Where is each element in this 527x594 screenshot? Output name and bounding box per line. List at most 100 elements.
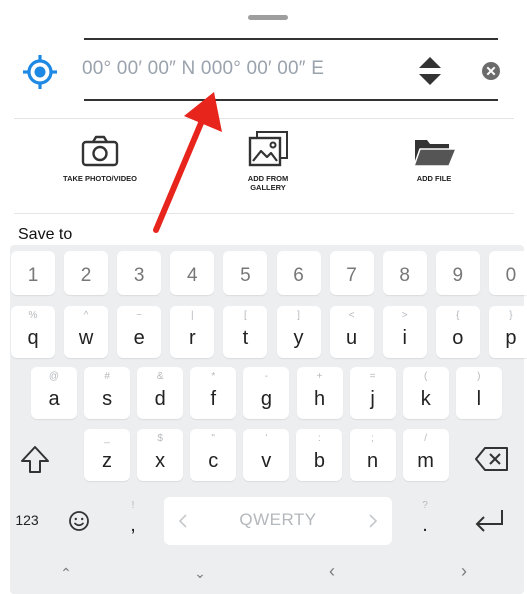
key-8[interactable]: 8 — [382, 251, 427, 295]
add-file-button[interactable]: ADD FILE — [374, 136, 494, 183]
key-label: s — [102, 388, 113, 410]
key-i[interactable]: > i — [382, 306, 427, 358]
sheet-drag-handle[interactable] — [248, 15, 288, 20]
key-r[interactable]: | r — [170, 306, 215, 358]
key-alt-label: ; — [371, 433, 374, 444]
crosshair-icon[interactable] — [22, 54, 58, 90]
nav-up-chevron[interactable]: ⌃ — [56, 565, 76, 582]
key-alt-label: } — [509, 310, 513, 321]
key-p[interactable]: } p — [488, 306, 527, 358]
up-down-arrows-icon[interactable] — [417, 55, 443, 87]
key-4[interactable]: 4 — [170, 251, 215, 295]
period-key[interactable]: ? . — [410, 500, 440, 544]
nav-right-chevron[interactable]: › — [454, 561, 474, 582]
folder-icon — [413, 140, 457, 167]
key-label: g — [260, 388, 272, 410]
key-7[interactable]: 7 — [329, 251, 374, 295]
key-alt-label: = — [369, 371, 376, 382]
camera-icon — [81, 135, 119, 167]
coordinate-input[interactable]: 00° 00′ 00″ N 000° 00′ 00″ E — [82, 58, 324, 80]
key-9[interactable]: 9 — [435, 251, 480, 295]
key-alt-label: [ — [244, 310, 247, 321]
key-label: 3 — [133, 265, 145, 286]
key-label: o — [452, 327, 464, 349]
key-label: c — [208, 450, 219, 472]
key-v[interactable]: ' v — [243, 429, 290, 481]
key-label: d — [154, 388, 166, 410]
key-label: 4 — [187, 265, 198, 286]
nav-left-chevron[interactable]: ‹ — [322, 561, 342, 582]
chevron-right-icon — [369, 514, 378, 528]
key-label: 7 — [346, 265, 357, 286]
key-label: 9 — [452, 265, 464, 286]
key-label: a — [48, 388, 60, 410]
key-x[interactable]: $ x — [137, 429, 184, 481]
key-l[interactable]: ) l — [455, 367, 502, 419]
key-d[interactable]: & d — [137, 367, 184, 419]
key-c[interactable]: " c — [190, 429, 237, 481]
key-a[interactable]: @ a — [31, 367, 77, 419]
key-alt-label: ( — [424, 371, 428, 382]
key-label: b — [313, 450, 325, 472]
key-label: x — [155, 450, 166, 472]
key-s[interactable]: # s — [84, 367, 131, 419]
divider — [14, 118, 514, 119]
key-label: t — [242, 327, 249, 349]
key-h[interactable]: + h — [296, 367, 343, 419]
backspace-icon[interactable] — [474, 446, 510, 472]
shift-icon[interactable] — [19, 444, 51, 476]
key-alt-label: & — [156, 371, 164, 382]
key-w[interactable]: ^ w — [64, 306, 109, 358]
key-f[interactable]: * f — [190, 367, 237, 419]
key-alt-label: @ — [48, 371, 60, 382]
key-label: l — [476, 388, 482, 410]
key-alt-label: ~ — [136, 310, 143, 321]
key-6[interactable]: 6 — [276, 251, 321, 295]
key-alt-label: { — [456, 310, 460, 321]
clear-x-icon[interactable] — [481, 61, 501, 81]
key-y[interactable]: ] y — [276, 306, 321, 358]
key-label: v — [261, 450, 272, 472]
gallery-icon — [248, 131, 288, 167]
emoji-icon[interactable] — [68, 510, 90, 532]
key-o[interactable]: {o — [435, 306, 480, 358]
nav-down-chevron[interactable]: ⌄ — [190, 565, 210, 582]
symbols-key[interactable]: 123 — [10, 512, 44, 528]
key-t[interactable]: [t — [223, 306, 268, 358]
key-u[interactable]: < u — [329, 306, 374, 358]
key-alt-label: / — [424, 433, 427, 444]
key-q[interactable]: % q — [11, 306, 55, 358]
key-z[interactable]: _ z — [84, 429, 130, 481]
key-m[interactable]: / m — [402, 429, 449, 481]
key-label: 2 — [80, 265, 92, 286]
key-b[interactable]: :b — [296, 429, 343, 481]
key-2[interactable]: 2 — [64, 251, 109, 295]
key-e[interactable]: ~ e — [117, 306, 162, 358]
enter-icon[interactable] — [474, 508, 506, 532]
key-n[interactable]: ; n — [349, 429, 396, 481]
key-label: r — [188, 327, 196, 349]
key-0[interactable]: 0 — [488, 251, 527, 295]
key-alt-label: " — [211, 433, 215, 444]
key-3[interactable]: 3 — [117, 251, 162, 295]
annotation-arrow-icon — [153, 92, 222, 233]
key-alt-label: ' — [265, 433, 268, 444]
key-label: h — [313, 388, 326, 410]
key-k[interactable]: (k — [402, 367, 449, 419]
key-alt-label: ] — [297, 310, 300, 321]
period-key-sub: ? — [422, 500, 428, 511]
key-alt-label: - — [264, 371, 269, 382]
key-label: z — [102, 450, 112, 472]
comma-key[interactable]: ! , — [118, 500, 148, 544]
key-label: q — [27, 327, 39, 349]
key-g[interactable]: -g — [243, 367, 290, 419]
key-j[interactable]: = j — [349, 367, 396, 419]
key-label: 8 — [399, 265, 410, 286]
key-5[interactable]: 5 — [223, 251, 268, 295]
key-label: k — [420, 388, 431, 410]
key-label: i — [402, 327, 407, 349]
key-label: u — [346, 327, 358, 349]
key-1[interactable]: 1 — [11, 251, 55, 295]
space-key[interactable]: QWERTY — [164, 497, 392, 545]
key-label: p — [505, 327, 517, 349]
